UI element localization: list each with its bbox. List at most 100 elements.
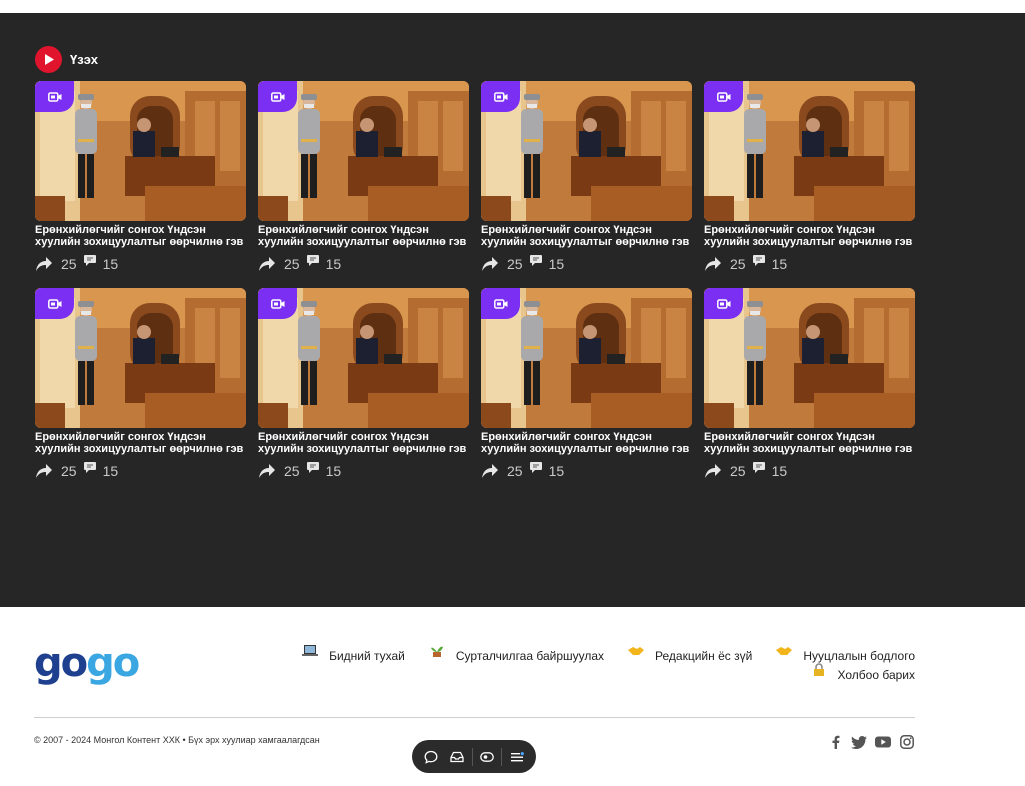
video-card[interactable]: Ерөнхийлөгчийг сонгох Үндсэн хуулийн зох… xyxy=(704,288,915,495)
comment-count: 15 xyxy=(771,256,788,272)
footer-link-about[interactable]: Бидний тухай xyxy=(301,645,405,663)
video-meta: 25 15 xyxy=(35,254,246,273)
youtube-icon[interactable] xyxy=(875,734,891,750)
video-card[interactable]: Ерөнхийлөгчийг сонгох Үндсэн хуулийн зох… xyxy=(481,81,692,288)
video-thumbnail[interactable] xyxy=(704,81,915,221)
video-title[interactable]: Ерөнхийлөгчийг сонгох Үндсэн хуулийн зох… xyxy=(481,431,692,455)
video-camera-icon xyxy=(481,81,520,112)
video-title[interactable]: Ерөнхийлөгчийг сонгох Үндсэн хуулийн зох… xyxy=(258,224,469,248)
footer-link-label: Бидний тухай xyxy=(329,649,405,663)
video-thumbnail[interactable] xyxy=(704,288,915,428)
video-meta: 25 15 xyxy=(704,461,915,480)
footer-links: Бидний тухай Сурталчилгаа байршуулах Ред… xyxy=(255,645,915,687)
menu-icon[interactable] xyxy=(505,745,529,769)
video-meta: 25 15 xyxy=(704,254,915,273)
video-camera-icon xyxy=(704,81,743,112)
comment-count: 15 xyxy=(325,463,342,479)
footer-link-ethics[interactable]: Редакцийн ёс зүй xyxy=(627,647,753,663)
video-thumbnail[interactable] xyxy=(35,288,246,428)
share-count: 25 xyxy=(730,256,746,272)
toolbar-separator xyxy=(501,747,503,766)
lock-icon xyxy=(813,663,824,676)
video-card[interactable]: Ерөнхийлөгчийг сонгох Үндсэн хуулийн зох… xyxy=(35,81,246,288)
chat-icon[interactable] xyxy=(419,745,443,769)
footer-link-privacy[interactable]: Нууцлалын бодлого xyxy=(775,647,915,663)
handshake-icon xyxy=(628,647,645,655)
share-icon[interactable] xyxy=(704,463,722,479)
video-card[interactable]: Ерөнхийлөгчийг сонгох Үндсэн хуулийн зох… xyxy=(258,81,469,288)
comment-count: 15 xyxy=(548,463,565,479)
video-camera-icon xyxy=(258,288,297,319)
video-thumbnail[interactable] xyxy=(35,81,246,221)
footer-link-contact[interactable]: Холбоо барих xyxy=(810,663,915,682)
comment-icon[interactable] xyxy=(83,461,97,474)
video-title[interactable]: Ерөнхийлөгчийг сонгох Үндсэн хуулийн зох… xyxy=(704,224,915,248)
footer-link-label: Холбоо барих xyxy=(837,668,915,682)
comment-icon[interactable] xyxy=(306,254,320,267)
video-title[interactable]: Ерөнхийлөгчийг сонгох Үндсэн хуулийн зох… xyxy=(258,431,469,455)
video-camera-icon xyxy=(35,81,74,112)
video-card[interactable]: Ерөнхийлөгчийг сонгох Үндсэн хуулийн зох… xyxy=(481,288,692,495)
copyright-text: © 2007 - 2024 Монгол Контент ХХК • Бүх э… xyxy=(34,735,320,745)
video-title[interactable]: Ерөнхийлөгчийг сонгох Үндсэн хуулийн зох… xyxy=(481,224,692,248)
video-meta: 25 15 xyxy=(258,254,469,273)
share-icon[interactable] xyxy=(35,256,53,272)
instagram-icon[interactable] xyxy=(899,734,915,750)
floating-toolbar xyxy=(412,740,536,773)
section-header[interactable]: Үзэх xyxy=(35,45,98,73)
video-meta: 25 15 xyxy=(481,254,692,273)
share-icon[interactable] xyxy=(258,463,276,479)
comment-icon[interactable] xyxy=(529,461,543,474)
laptop-icon xyxy=(302,645,319,656)
section-title: Үзэх xyxy=(70,51,98,67)
video-title[interactable]: Ерөнхийлөгчийг сонгох Үндсэн хуулийн зох… xyxy=(35,431,246,455)
comment-count: 15 xyxy=(325,256,342,272)
video-grid: Ерөнхийлөгчийг сонгох Үндсэн хуулийн зох… xyxy=(35,81,915,495)
footer-link-label: Нууцлалын бодлого xyxy=(803,649,915,663)
social-links xyxy=(827,734,915,750)
video-card[interactable]: Ерөнхийлөгчийг сонгох Үндсэн хуулийн зох… xyxy=(704,81,915,288)
video-title[interactable]: Ерөнхийлөгчийг сонгох Үндсэн хуулийн зох… xyxy=(704,431,915,455)
share-count: 25 xyxy=(284,256,300,272)
video-camera-icon xyxy=(258,81,297,112)
plant-icon xyxy=(430,646,443,657)
video-title[interactable]: Ерөнхийлөгчийг сонгох Үндсэн хуулийн зох… xyxy=(35,224,246,248)
video-camera-icon xyxy=(481,288,520,319)
video-meta: 25 15 xyxy=(35,461,246,480)
comment-icon[interactable] xyxy=(752,461,766,474)
footer-divider xyxy=(34,717,915,718)
share-icon[interactable] xyxy=(258,256,276,272)
footer-link-label: Редакцийн ёс зүй xyxy=(655,649,753,663)
share-count: 25 xyxy=(507,463,523,479)
comment-icon[interactable] xyxy=(306,461,320,474)
comment-count: 15 xyxy=(548,256,565,272)
site-logo[interactable]: gogo xyxy=(34,640,140,686)
video-card[interactable]: Ерөнхийлөгчийг сонгох Үндсэн хуулийн зох… xyxy=(258,288,469,495)
twitter-icon[interactable] xyxy=(851,734,867,750)
share-icon[interactable] xyxy=(481,256,499,272)
share-count: 25 xyxy=(61,463,77,479)
video-thumbnail[interactable] xyxy=(258,288,469,428)
video-camera-icon xyxy=(35,288,74,319)
share-icon[interactable] xyxy=(35,463,53,479)
video-thumbnail[interactable] xyxy=(481,288,692,428)
comment-icon[interactable] xyxy=(83,254,97,267)
share-icon[interactable] xyxy=(481,463,499,479)
share-count: 25 xyxy=(730,463,746,479)
video-thumbnail[interactable] xyxy=(481,81,692,221)
share-count: 25 xyxy=(284,463,300,479)
comment-icon[interactable] xyxy=(529,254,543,267)
video-card[interactable]: Ерөнхийлөгчийг сонгох Үндсэн хуулийн зох… xyxy=(35,288,246,495)
facebook-icon[interactable] xyxy=(827,734,843,750)
comment-count: 15 xyxy=(102,256,119,272)
play-icon xyxy=(35,45,62,73)
share-icon[interactable] xyxy=(704,256,722,272)
comment-icon[interactable] xyxy=(752,254,766,267)
footer-link-ads[interactable]: Сурталчилгаа байршуулах xyxy=(428,646,604,663)
comment-count: 15 xyxy=(771,463,788,479)
logo-part-1: go xyxy=(34,640,88,686)
eye-icon[interactable] xyxy=(475,745,499,769)
video-thumbnail[interactable] xyxy=(258,81,469,221)
top-strip xyxy=(0,0,1025,13)
inbox-icon[interactable] xyxy=(445,745,469,769)
